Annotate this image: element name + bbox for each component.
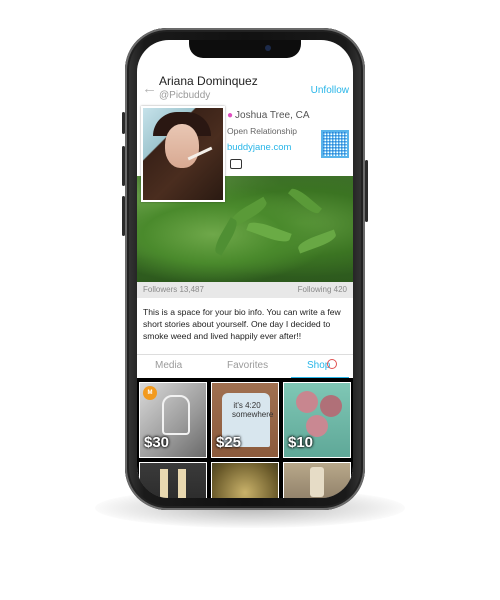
front-camera (265, 45, 271, 51)
message-icon[interactable] (230, 159, 242, 169)
cover-leaf (246, 218, 292, 246)
profile-header: ← Ariana Dominquez @Picbuddy Unfollow (137, 68, 353, 108)
profile-handle: @Picbuddy (159, 90, 211, 101)
profile-info: ● Joshua Tree, CA Open Relationship buddy… (137, 106, 353, 202)
shop-grid: M $30 it's 4:20 somewhere $25 $10 (137, 378, 353, 498)
website-link[interactable]: buddyjane.com (227, 142, 291, 153)
shop-item-price: $10 (288, 434, 314, 451)
tab-favorites[interactable]: Favorites (227, 360, 268, 371)
avatar-face (165, 124, 199, 168)
notch (189, 40, 301, 58)
profile-tabs: Media Favorites Shop (137, 354, 353, 379)
touch-indicator-icon (327, 359, 337, 369)
phone-power-button (365, 160, 368, 222)
shop-item[interactable] (211, 462, 279, 498)
jar-image (310, 467, 324, 497)
shop-item[interactable] (283, 462, 351, 498)
follow-stats: Followers 13,487 Following 420 (137, 282, 353, 298)
phone-volume-down-button (122, 196, 125, 236)
shop-item-price: $25 (216, 434, 242, 451)
glass-pipe-image (162, 395, 190, 435)
tshirt-print: it's 4:20 somewhere (232, 401, 274, 419)
shop-item-price: $30 (144, 434, 170, 451)
shop-item[interactable] (139, 462, 207, 498)
followers-count[interactable]: Followers 13,487 (143, 285, 204, 294)
vape-cartridge-image (160, 469, 168, 498)
location: ● Joshua Tree, CA (227, 110, 310, 121)
unfollow-button[interactable]: Unfollow (311, 85, 349, 96)
location-pin-icon: ● (227, 110, 234, 121)
tab-media[interactable]: Media (155, 360, 182, 371)
shop-item[interactable]: M $30 (139, 382, 207, 458)
location-text: Joshua Tree, CA (235, 110, 310, 121)
profile-name: Ariana Dominquez (159, 74, 258, 88)
grinder-image (296, 391, 318, 413)
relationship-status: Open Relationship (227, 126, 297, 136)
cover-leaf (296, 229, 338, 254)
phone-volume-up-button (122, 146, 125, 186)
phone-mute-button (122, 112, 125, 134)
cover-leaf (211, 217, 241, 256)
shop-badge: M (143, 386, 157, 400)
shop-item[interactable]: $10 (283, 382, 351, 458)
bio-text: This is a space for your bio info. You c… (143, 307, 341, 341)
back-arrow-icon[interactable]: ← (142, 80, 157, 97)
cover-leaf (287, 185, 323, 217)
shop-item[interactable]: it's 4:20 somewhere $25 (211, 382, 279, 458)
phone-screen: ← Ariana Dominquez @Picbuddy Unfollow ● J… (137, 40, 353, 498)
following-count[interactable]: Following 420 (298, 285, 347, 294)
qr-code-icon[interactable] (321, 130, 349, 158)
avatar[interactable] (141, 106, 225, 202)
